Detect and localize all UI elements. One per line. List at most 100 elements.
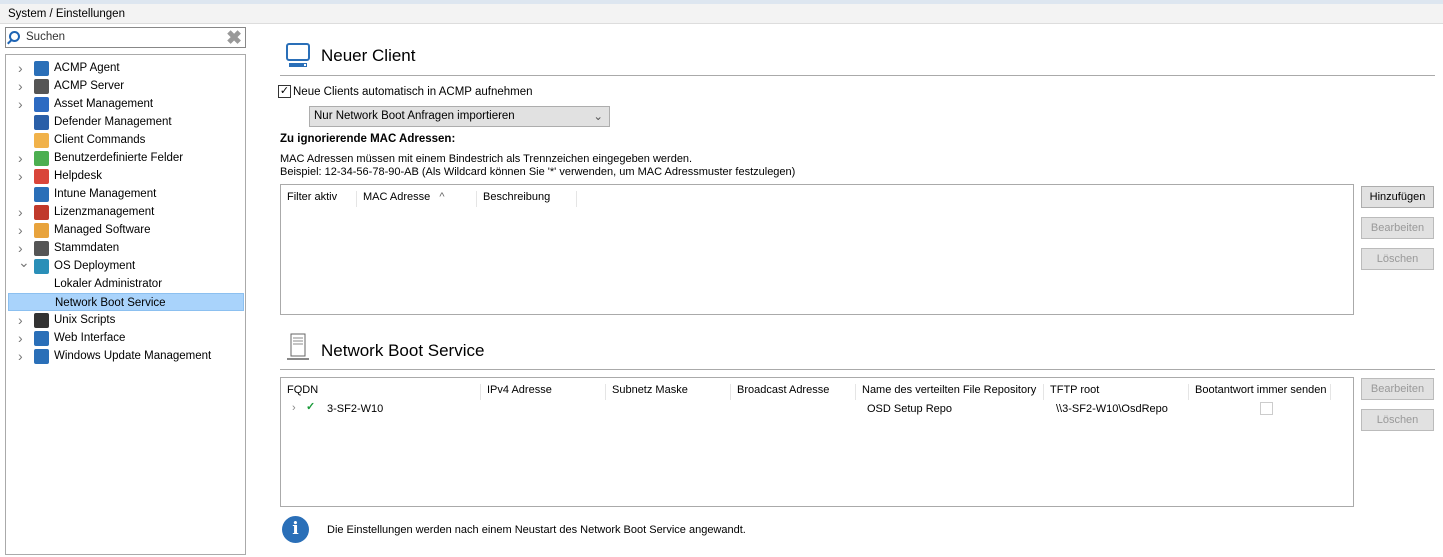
tree-item-label: Web Interface: [54, 332, 126, 344]
info-text: Die Einstellungen werden nach einem Neus…: [327, 524, 746, 536]
chevron-down-icon[interactable]: ⌄: [18, 253, 30, 271]
tree-item[interactable]: › Windows Update Management: [8, 347, 244, 365]
tree-item[interactable]: Intune Management: [8, 185, 244, 203]
tree-item[interactable]: › Unix Scripts: [8, 311, 244, 329]
tree-item-label: Lizenzmanagement: [54, 206, 155, 218]
cell-fqdn: 3-SF2-W10: [327, 403, 384, 415]
tree-item-icon: [34, 169, 49, 184]
tree-item-icon: [34, 223, 49, 238]
column-broadcast[interactable]: Broadcast Adresse: [731, 384, 856, 400]
nbs-table[interactable]: FQDN IPv4 Adresse Subnetz Maske Broadcas…: [280, 377, 1354, 507]
tree-item-label: Defender Management: [54, 116, 172, 128]
column-repository[interactable]: Name des verteilten File Repository: [856, 384, 1044, 400]
tree-item-label: Managed Software: [54, 224, 151, 236]
tree-item-icon: [34, 313, 49, 328]
tree-item-icon: [34, 187, 49, 202]
tree-item[interactable]: › Benutzerdefinierte Felder: [8, 149, 244, 167]
tree-item-label: Unix Scripts: [54, 314, 116, 326]
tree-item[interactable]: › Helpdesk: [8, 167, 244, 185]
chevron-down-icon: ⌄: [593, 111, 603, 123]
tree-item-icon: [34, 151, 49, 166]
edit-mac-button[interactable]: Bearbeiten: [1361, 217, 1434, 239]
chevron-right-icon[interactable]: ›: [18, 347, 23, 365]
chevron-right-icon[interactable]: ›: [18, 311, 23, 329]
tree-item-icon: [34, 349, 49, 364]
tree-item[interactable]: › ACMP Server: [8, 77, 244, 95]
chevron-right-icon[interactable]: ›: [18, 203, 23, 221]
tree-item[interactable]: › Web Interface: [8, 329, 244, 347]
tree-item[interactable]: ⌄ OS Deployment: [8, 254, 244, 275]
edit-nbs-button[interactable]: Bearbeiten: [1361, 378, 1434, 400]
tree-item-label: ACMP Server: [54, 80, 125, 92]
column-mac-label: MAC Adresse: [363, 191, 431, 203]
mac-info-1: MAC Adressen müssen mit einem Bindestric…: [280, 153, 693, 165]
section-title-nbs: Network Boot Service: [321, 341, 485, 360]
sort-ascending-icon: ^: [439, 191, 445, 203]
column-bootantwort[interactable]: Bootantwort immer senden: [1189, 384, 1331, 400]
tree-item-icon: [34, 205, 49, 220]
tree-item-icon: [34, 331, 49, 346]
import-mode-select[interactable]: Nur Network Boot Anfragen importieren ⌄: [309, 106, 610, 127]
server-icon: [287, 333, 309, 363]
search-icon: [9, 31, 20, 42]
clear-search-icon[interactable]: ✖: [226, 27, 242, 50]
chevron-right-icon[interactable]: ›: [18, 221, 23, 239]
tree-item[interactable]: › ACMP Agent: [8, 59, 244, 77]
column-mac-adresse[interactable]: MAC Adresse ^: [357, 191, 477, 207]
column-beschreibung[interactable]: Beschreibung: [477, 191, 577, 207]
chevron-right-icon[interactable]: ›: [18, 77, 23, 95]
add-button[interactable]: Hinzufügen: [1361, 186, 1434, 208]
tree-item-label: Client Commands: [54, 134, 146, 146]
row-expander-icon[interactable]: ›: [292, 402, 296, 414]
import-mode-value: Nur Network Boot Anfragen importieren: [314, 110, 515, 122]
chevron-right-icon[interactable]: ›: [18, 167, 23, 185]
chevron-right-icon[interactable]: ›: [18, 329, 23, 347]
tree-item[interactable]: › Managed Software: [8, 221, 244, 239]
column-subnet[interactable]: Subnetz Maske: [606, 384, 731, 400]
monitor-icon: [285, 42, 313, 70]
tree-item[interactable]: Lokaler Administrator: [8, 275, 244, 293]
bootantwort-checkbox[interactable]: [1260, 402, 1273, 415]
table-row[interactable]: › ✓ 3-SF2-W10 OSD Setup Repo \\3-SF2-W10…: [281, 400, 1353, 418]
search-input[interactable]: Suchen ✖: [5, 27, 246, 50]
tree-item-label: Intune Management: [54, 188, 157, 200]
tree-item-label: ACMP Agent: [54, 62, 120, 74]
delete-mac-button[interactable]: Löschen: [1361, 248, 1434, 270]
breadcrumb: System / Einstellungen: [0, 4, 1443, 24]
tree-item-label: Windows Update Management: [54, 350, 212, 362]
tree-item[interactable]: › Asset Management: [8, 95, 244, 113]
column-tftp-root[interactable]: TFTP root: [1044, 384, 1189, 400]
tree-item-icon: [34, 97, 49, 112]
tree-item-label: Network Boot Service: [55, 297, 166, 309]
mac-heading: Zu ignorierende MAC Adressen:: [280, 133, 456, 145]
section-title-neuer-client: Neuer Client: [321, 46, 416, 65]
info-icon: i: [282, 516, 309, 543]
mac-table[interactable]: Filter aktiv MAC Adresse ^ Beschreibung: [280, 184, 1354, 315]
tree-item-icon: [34, 61, 49, 76]
tree-item-label: Asset Management: [54, 98, 154, 110]
column-ipv4[interactable]: IPv4 Adresse: [481, 384, 606, 400]
tree-item-label: Stammdaten: [54, 242, 120, 254]
auto-add-label: Neue Clients automatisch in ACMP aufnehm…: [293, 86, 533, 98]
delete-nbs-button[interactable]: Löschen: [1361, 409, 1434, 431]
chevron-right-icon[interactable]: ›: [18, 95, 23, 113]
cell-repository: OSD Setup Repo: [867, 403, 952, 415]
tree-item[interactable]: Network Boot Service: [8, 293, 244, 311]
auto-add-checkbox[interactable]: ✓: [278, 85, 291, 98]
column-fqdn[interactable]: FQDN: [281, 384, 481, 400]
chevron-right-icon[interactable]: ›: [18, 149, 23, 167]
tree-item-label: Benutzerdefinierte Felder: [54, 152, 184, 164]
tree-item-label: Lokaler Administrator: [54, 278, 163, 290]
chevron-right-icon[interactable]: ›: [18, 59, 23, 77]
tree-item[interactable]: › Stammdaten: [8, 239, 244, 257]
column-filter-aktiv[interactable]: Filter aktiv: [281, 191, 357, 207]
divider: [280, 369, 1435, 370]
tree-item[interactable]: Client Commands: [8, 131, 244, 149]
tree-item[interactable]: Defender Management: [8, 113, 244, 131]
tree-item[interactable]: › Lizenzmanagement: [8, 203, 244, 221]
tree-item-icon: [34, 259, 49, 274]
tree-item-icon: [34, 133, 49, 148]
divider: [280, 75, 1435, 76]
server-ok-icon: ✓: [306, 401, 316, 413]
settings-tree: › ACMP Agent › ACMP Server › Asset Management…: [5, 54, 246, 555]
